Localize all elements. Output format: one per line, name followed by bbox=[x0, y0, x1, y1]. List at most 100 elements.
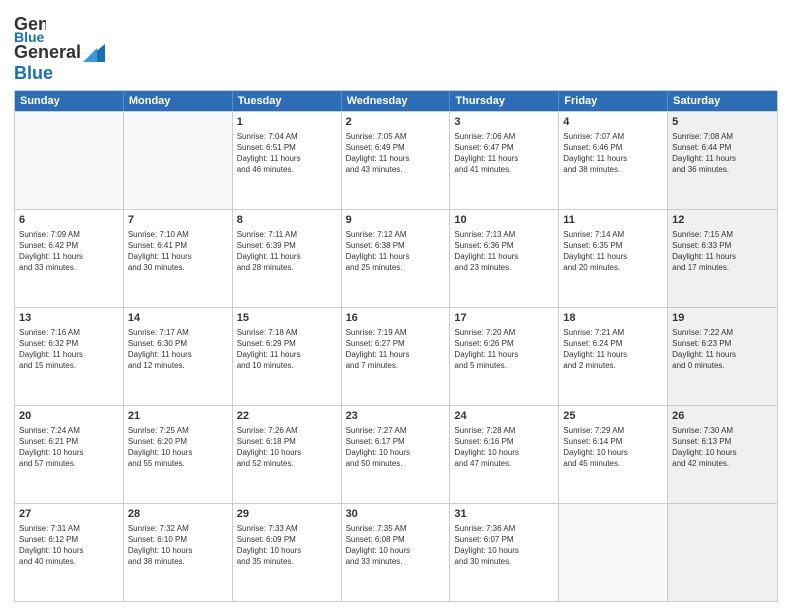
cal-cell-2-3: 8Sunrise: 7:11 AMSunset: 6:39 PMDaylight… bbox=[233, 210, 342, 307]
cal-cell-3-4: 16Sunrise: 7:19 AMSunset: 6:27 PMDayligh… bbox=[342, 308, 451, 405]
cell-sunrise: Sunrise: 7:08 AM bbox=[672, 131, 773, 142]
cell-daylight2: and 30 minutes. bbox=[454, 556, 554, 567]
cell-daylight1: Daylight: 11 hours bbox=[563, 153, 663, 164]
cal-cell-5-7 bbox=[668, 504, 777, 601]
cell-sunset: Sunset: 6:30 PM bbox=[128, 338, 228, 349]
cell-daylight1: Daylight: 10 hours bbox=[454, 545, 554, 556]
cell-daylight2: and 43 minutes. bbox=[346, 164, 446, 175]
cell-sunrise: Sunrise: 7:05 AM bbox=[346, 131, 446, 142]
cell-daylight1: Daylight: 11 hours bbox=[672, 153, 773, 164]
header-sunday: Sunday bbox=[15, 91, 124, 111]
day-number: 4 bbox=[563, 115, 663, 130]
day-number: 27 bbox=[19, 507, 119, 522]
cell-sunset: Sunset: 6:17 PM bbox=[346, 436, 446, 447]
day-number: 14 bbox=[128, 311, 228, 326]
cell-daylight1: Daylight: 11 hours bbox=[563, 251, 663, 262]
cell-daylight2: and 40 minutes. bbox=[19, 556, 119, 567]
cell-sunrise: Sunrise: 7:22 AM bbox=[672, 327, 773, 338]
cal-cell-1-5: 3Sunrise: 7:06 AMSunset: 6:47 PMDaylight… bbox=[450, 112, 559, 209]
cell-daylight2: and 38 minutes. bbox=[563, 164, 663, 175]
cal-cell-3-5: 17Sunrise: 7:20 AMSunset: 6:26 PMDayligh… bbox=[450, 308, 559, 405]
day-number: 16 bbox=[346, 311, 446, 326]
cell-sunrise: Sunrise: 7:31 AM bbox=[19, 523, 119, 534]
cal-cell-4-2: 21Sunrise: 7:25 AMSunset: 6:20 PMDayligh… bbox=[124, 406, 233, 503]
cell-daylight1: Daylight: 11 hours bbox=[454, 251, 554, 262]
cal-cell-5-1: 27Sunrise: 7:31 AMSunset: 6:12 PMDayligh… bbox=[15, 504, 124, 601]
cal-cell-1-3: 1Sunrise: 7:04 AMSunset: 6:51 PMDaylight… bbox=[233, 112, 342, 209]
day-number: 22 bbox=[237, 409, 337, 424]
day-number: 24 bbox=[454, 409, 554, 424]
cell-daylight2: and 52 minutes. bbox=[237, 458, 337, 469]
day-number: 29 bbox=[237, 507, 337, 522]
cal-cell-5-4: 30Sunrise: 7:35 AMSunset: 6:08 PMDayligh… bbox=[342, 504, 451, 601]
cell-sunset: Sunset: 6:23 PM bbox=[672, 338, 773, 349]
header: General Blue General Blue bbox=[14, 10, 778, 84]
cal-cell-4-1: 20Sunrise: 7:24 AMSunset: 6:21 PMDayligh… bbox=[15, 406, 124, 503]
day-number: 15 bbox=[237, 311, 337, 326]
cell-daylight2: and 5 minutes. bbox=[454, 360, 554, 371]
cell-sunrise: Sunrise: 7:11 AM bbox=[237, 229, 337, 240]
cell-daylight2: and 15 minutes. bbox=[19, 360, 119, 371]
day-number: 17 bbox=[454, 311, 554, 326]
day-number: 8 bbox=[237, 213, 337, 228]
cell-sunrise: Sunrise: 7:20 AM bbox=[454, 327, 554, 338]
cell-sunset: Sunset: 6:44 PM bbox=[672, 142, 773, 153]
day-number: 19 bbox=[672, 311, 773, 326]
cal-cell-3-3: 15Sunrise: 7:18 AMSunset: 6:29 PMDayligh… bbox=[233, 308, 342, 405]
cell-sunrise: Sunrise: 7:29 AM bbox=[563, 425, 663, 436]
cell-daylight2: and 45 minutes. bbox=[563, 458, 663, 469]
day-number: 3 bbox=[454, 115, 554, 130]
cell-daylight1: Daylight: 11 hours bbox=[454, 153, 554, 164]
cell-sunset: Sunset: 6:49 PM bbox=[346, 142, 446, 153]
cell-sunrise: Sunrise: 7:30 AM bbox=[672, 425, 773, 436]
cell-daylight2: and 36 minutes. bbox=[672, 164, 773, 175]
cal-cell-2-7: 12Sunrise: 7:15 AMSunset: 6:33 PMDayligh… bbox=[668, 210, 777, 307]
day-number: 18 bbox=[563, 311, 663, 326]
cell-sunrise: Sunrise: 7:32 AM bbox=[128, 523, 228, 534]
header-friday: Friday bbox=[559, 91, 668, 111]
cal-cell-3-2: 14Sunrise: 7:17 AMSunset: 6:30 PMDayligh… bbox=[124, 308, 233, 405]
cal-cell-3-6: 18Sunrise: 7:21 AMSunset: 6:24 PMDayligh… bbox=[559, 308, 668, 405]
day-number: 30 bbox=[346, 507, 446, 522]
cell-daylight2: and 38 minutes. bbox=[128, 556, 228, 567]
svg-text:Blue: Blue bbox=[14, 29, 45, 42]
day-number: 28 bbox=[128, 507, 228, 522]
cell-sunset: Sunset: 6:16 PM bbox=[454, 436, 554, 447]
day-number: 6 bbox=[19, 213, 119, 228]
cell-sunrise: Sunrise: 7:04 AM bbox=[237, 131, 337, 142]
logo-icon: General Blue bbox=[14, 10, 46, 42]
cell-daylight2: and 50 minutes. bbox=[346, 458, 446, 469]
cell-sunset: Sunset: 6:08 PM bbox=[346, 534, 446, 545]
cell-sunset: Sunset: 6:21 PM bbox=[19, 436, 119, 447]
cell-sunset: Sunset: 6:29 PM bbox=[237, 338, 337, 349]
cell-daylight2: and 10 minutes. bbox=[237, 360, 337, 371]
cell-sunset: Sunset: 6:24 PM bbox=[563, 338, 663, 349]
cell-daylight2: and 33 minutes. bbox=[19, 262, 119, 273]
cell-daylight2: and 46 minutes. bbox=[237, 164, 337, 175]
cell-sunrise: Sunrise: 7:26 AM bbox=[237, 425, 337, 436]
header-tuesday: Tuesday bbox=[233, 91, 342, 111]
cell-daylight1: Daylight: 10 hours bbox=[237, 447, 337, 458]
cell-sunset: Sunset: 6:33 PM bbox=[672, 240, 773, 251]
cell-daylight1: Daylight: 11 hours bbox=[563, 349, 663, 360]
cal-cell-5-5: 31Sunrise: 7:36 AMSunset: 6:07 PMDayligh… bbox=[450, 504, 559, 601]
week-row-3: 13Sunrise: 7:16 AMSunset: 6:32 PMDayligh… bbox=[15, 307, 777, 405]
cell-daylight1: Daylight: 11 hours bbox=[346, 349, 446, 360]
cal-cell-2-2: 7Sunrise: 7:10 AMSunset: 6:41 PMDaylight… bbox=[124, 210, 233, 307]
cell-daylight2: and 57 minutes. bbox=[19, 458, 119, 469]
header-saturday: Saturday bbox=[668, 91, 777, 111]
logo: General Blue General Blue bbox=[14, 10, 105, 84]
cell-daylight2: and 42 minutes. bbox=[672, 458, 773, 469]
cell-daylight1: Daylight: 10 hours bbox=[346, 545, 446, 556]
cal-cell-2-1: 6Sunrise: 7:09 AMSunset: 6:42 PMDaylight… bbox=[15, 210, 124, 307]
cell-daylight2: and 35 minutes. bbox=[237, 556, 337, 567]
cell-sunrise: Sunrise: 7:33 AM bbox=[237, 523, 337, 534]
day-number: 31 bbox=[454, 507, 554, 522]
day-number: 5 bbox=[672, 115, 773, 130]
logo-general: General bbox=[14, 42, 81, 63]
cal-cell-1-7: 5Sunrise: 7:08 AMSunset: 6:44 PMDaylight… bbox=[668, 112, 777, 209]
week-row-4: 20Sunrise: 7:24 AMSunset: 6:21 PMDayligh… bbox=[15, 405, 777, 503]
cell-sunrise: Sunrise: 7:28 AM bbox=[454, 425, 554, 436]
cell-sunset: Sunset: 6:41 PM bbox=[128, 240, 228, 251]
cell-sunrise: Sunrise: 7:07 AM bbox=[563, 131, 663, 142]
